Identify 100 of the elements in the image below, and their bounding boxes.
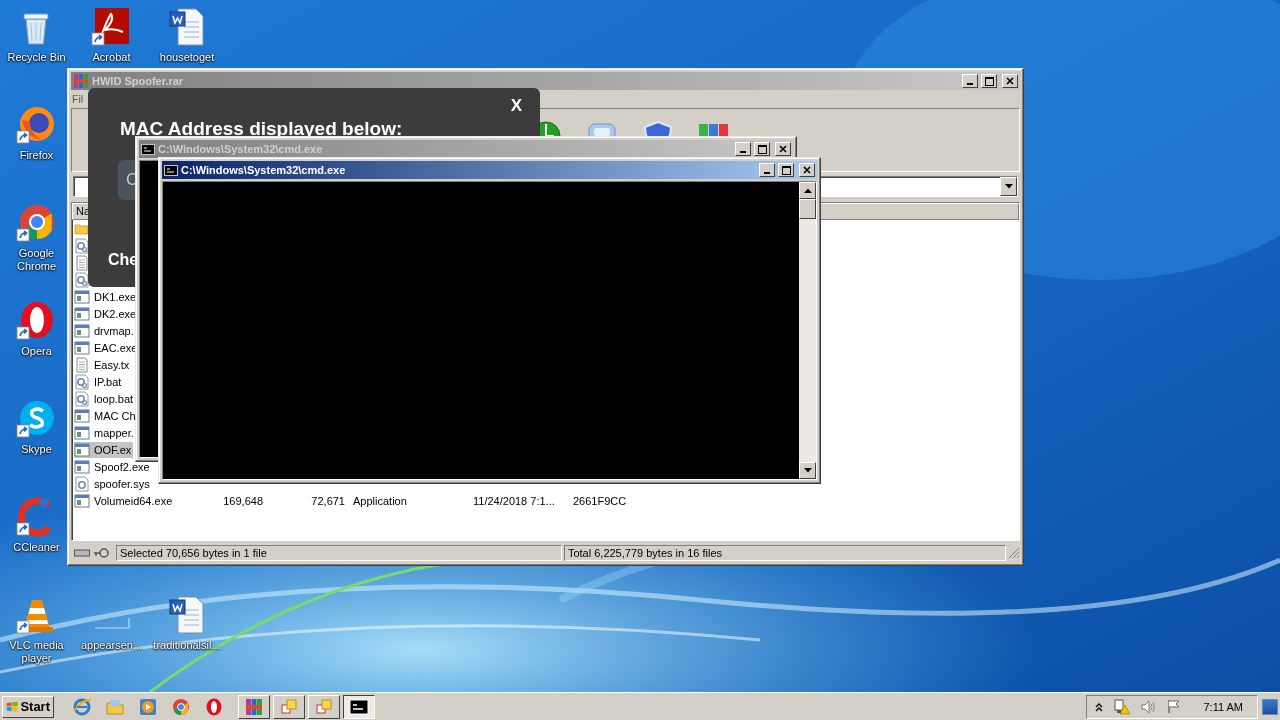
maximize-button[interactable] xyxy=(778,163,794,177)
desktop-icon-label[interactable]: housetoget xyxy=(159,51,215,64)
opera-icon xyxy=(204,696,224,717)
taskbar-button[interactable] xyxy=(343,694,375,719)
file-name: OOF.ex xyxy=(93,443,133,456)
desktop-icon-label[interactable]: Recycle Bin xyxy=(7,51,66,64)
table-cell-text: Application xyxy=(352,494,408,507)
quick-launch-button[interactable] xyxy=(171,696,191,717)
file-name-cell[interactable]: Spoof2.exe xyxy=(74,458,152,475)
status-text: Selected 70,656 bytes in 1 file xyxy=(116,544,562,561)
minimize-button[interactable] xyxy=(759,163,775,177)
scroll-down-button[interactable] xyxy=(799,462,816,479)
minimize-button[interactable] xyxy=(735,142,751,156)
window-title: HWID Spoofer.rar xyxy=(92,75,185,87)
table-cell-text: 2661F9CC xyxy=(572,494,628,507)
file-name-cell[interactable] xyxy=(74,271,91,288)
quick-launch-button[interactable] xyxy=(204,696,224,717)
scroll-up-button[interactable] xyxy=(799,182,816,199)
start-button[interactable]: Start xyxy=(2,695,54,718)
close-icon xyxy=(779,145,787,153)
exe-file-icon xyxy=(74,492,90,509)
table-cell-text: 169,648 xyxy=(222,494,264,507)
file-name-cell[interactable]: MAC Ch xyxy=(74,407,138,424)
close-button[interactable]: X xyxy=(506,96,526,116)
file-name-cell[interactable] xyxy=(74,237,91,254)
file-name-cell[interactable]: Easy.tx xyxy=(74,356,132,373)
desktop-icon-label[interactable]: Skype xyxy=(21,443,52,456)
winrar-icon xyxy=(244,696,264,717)
menu-item[interactable]: Fil xyxy=(72,93,84,105)
resize-grip-icon[interactable] xyxy=(1008,546,1020,559)
close-button[interactable] xyxy=(775,142,791,156)
chrome-icon xyxy=(171,696,191,717)
file-name-cell[interactable]: loop.bat xyxy=(74,390,136,407)
sys-file-icon xyxy=(74,475,90,492)
chevron-up-icon[interactable] xyxy=(1095,701,1104,712)
file-name: IP.bat xyxy=(93,375,123,388)
speaker-icon[interactable] xyxy=(1141,699,1158,714)
maximize-button[interactable] xyxy=(981,74,997,88)
network-warning-icon[interactable] xyxy=(1113,698,1132,715)
file-name: Easy.tx xyxy=(93,358,131,371)
table-cell-text: 72,671 xyxy=(310,494,346,507)
file-name-cell[interactable]: OOF.ex xyxy=(74,441,134,458)
toolbar-button[interactable] xyxy=(642,120,674,138)
file-name: spoofer.sys xyxy=(93,477,151,490)
file-name: Volumeid64.exe xyxy=(93,494,174,507)
file-name-cell[interactable]: DK1.exe xyxy=(74,288,139,305)
close-icon xyxy=(1006,77,1014,85)
file-name-cell[interactable] xyxy=(74,254,91,271)
table-cell-text: 11/24/2018 7:1... xyxy=(472,494,556,507)
media-icon xyxy=(138,696,158,717)
file-name: loop.bat xyxy=(93,392,135,405)
window-title: C:\Windows\System32\cmd.exe xyxy=(158,143,324,155)
exe-file-icon xyxy=(74,458,90,475)
bat-file-icon xyxy=(74,373,90,390)
exe-file-icon xyxy=(74,322,90,339)
file-name-cell[interactable]: Volumeid64.exe xyxy=(74,492,175,509)
quick-launch-button[interactable] xyxy=(72,696,92,717)
maximize-icon xyxy=(757,144,767,154)
console-icon xyxy=(164,164,178,176)
maximize-icon xyxy=(984,76,994,86)
file-name: drvmap. xyxy=(93,324,135,337)
shield-icon xyxy=(642,120,674,138)
quick-launch-button[interactable] xyxy=(138,696,158,717)
dialog-title: MAC Address displayed below: xyxy=(120,118,404,140)
file-name-cell[interactable]: mapper. xyxy=(74,424,136,441)
exe-file-icon xyxy=(74,305,90,322)
show-desktop-button[interactable] xyxy=(1262,698,1278,715)
file-name: mapper. xyxy=(93,426,135,439)
txt-file-icon xyxy=(74,356,90,373)
drive-icon xyxy=(74,547,90,558)
flag-icon[interactable] xyxy=(1167,699,1182,714)
close-icon xyxy=(803,166,811,174)
clock[interactable]: 7:11 AM xyxy=(1203,700,1243,713)
maximize-button[interactable] xyxy=(754,142,770,156)
file-name-cell[interactable]: spoofer.sys xyxy=(74,475,152,492)
file-name: DK1.exe xyxy=(93,290,138,303)
desktop-icon-label[interactable]: Google Chrome xyxy=(6,247,67,273)
minimize-button[interactable] xyxy=(962,74,978,88)
scrollbar[interactable] xyxy=(799,182,816,479)
close-button[interactable] xyxy=(1002,74,1018,88)
maximize-icon xyxy=(781,165,791,175)
desktop-icon-label[interactable]: CCleaner xyxy=(13,541,60,554)
cmd-icon xyxy=(349,696,369,717)
desktop-icon-label[interactable]: Firefox xyxy=(19,149,54,162)
ie-icon xyxy=(72,696,92,717)
key-icon xyxy=(93,546,109,559)
desktop-icon-label[interactable]: Acrobat xyxy=(92,51,131,64)
file-name-cell[interactable]: IP.bat xyxy=(74,373,124,390)
books-icon xyxy=(73,73,89,89)
scroll-thumb[interactable] xyxy=(799,199,816,219)
dropdown-button[interactable] xyxy=(1000,176,1017,196)
exe-file-icon xyxy=(74,441,90,458)
desktop-icon-label[interactable]: Opera xyxy=(21,345,52,358)
file-name-cell[interactable]: DK2.exe xyxy=(74,305,139,322)
status-text: Total 6,225,779 bytes in 16 files xyxy=(563,544,1006,561)
file-name-cell[interactable]: drvmap. xyxy=(74,322,136,339)
console-icon xyxy=(141,143,155,155)
file-name: DK2.exe xyxy=(93,307,138,320)
file-name: Spoof2.exe xyxy=(93,460,151,473)
close-button[interactable] xyxy=(799,163,815,177)
